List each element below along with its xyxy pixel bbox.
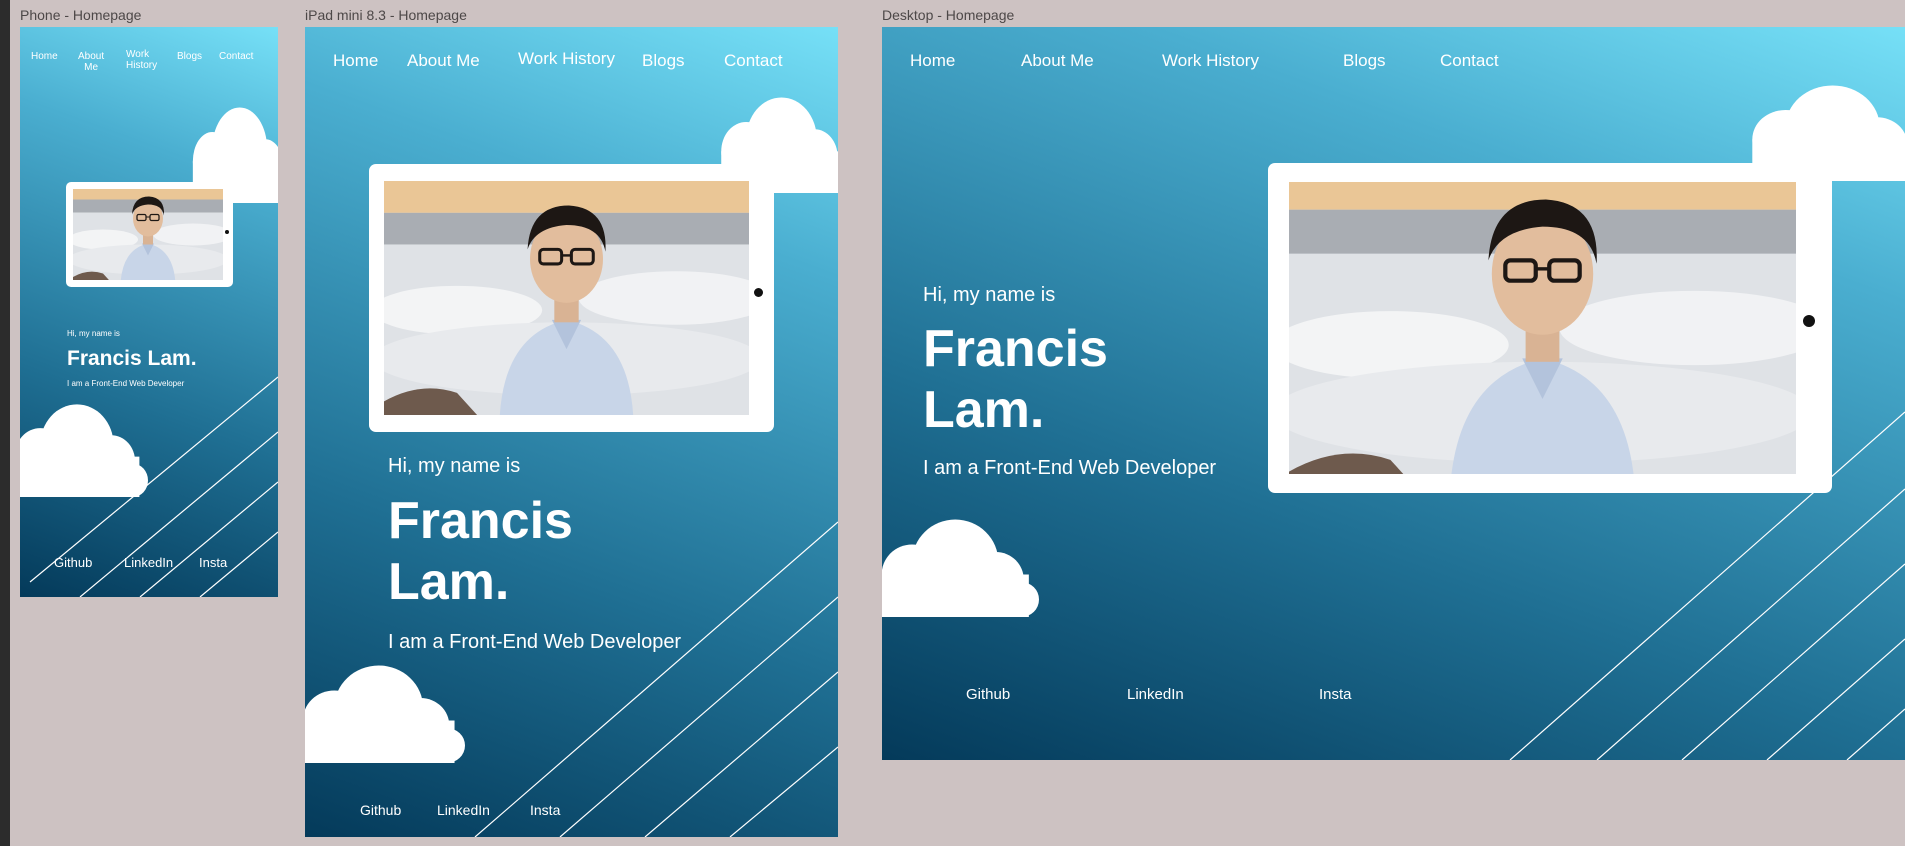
nav-about-me-line1: About <box>78 51 105 62</box>
footer-link-linkedin[interactable]: LinkedIn <box>1127 686 1184 703</box>
nav-home[interactable]: Home <box>333 51 378 71</box>
hero-name: Francis Lam. <box>923 319 1108 442</box>
portrait-image <box>1289 182 1796 474</box>
nav-work-history-line1: Work <box>126 49 150 60</box>
nav-home[interactable]: Home <box>31 51 58 62</box>
tablet-camera-dot <box>754 288 763 297</box>
footer-link-insta[interactable]: Insta <box>1319 686 1352 703</box>
nav-about-me-line2: Me <box>84 62 99 73</box>
phone-homepage-frame[interactable]: Home About Me Work History Blogs Contact… <box>20 27 278 597</box>
tagline-text: I am a Front-End Web Developer <box>923 457 1217 479</box>
hero-name-line2: Lam. <box>923 381 1045 440</box>
nav-contact[interactable]: Contact <box>219 51 253 62</box>
footer-link-github[interactable]: Github <box>966 686 1010 703</box>
hero-name-line1: Francis <box>923 320 1108 378</box>
hero-name: Francis Lam. <box>67 347 197 370</box>
tagline-text: I am a Front-End Web Developer <box>67 379 185 388</box>
nav-blogs[interactable]: Blogs <box>177 51 202 62</box>
hero-name-line1: Francis <box>388 492 573 550</box>
nav-blogs[interactable]: Blogs <box>642 51 685 71</box>
desktop-homepage-frame[interactable]: Home About Me Work History Blogs Contact… <box>882 27 1905 760</box>
frame-label-phone[interactable]: Phone - Homepage <box>20 7 141 23</box>
frame-label-ipad[interactable]: iPad mini 8.3 - Homepage <box>305 7 467 23</box>
footer-link-github[interactable]: Github <box>54 555 92 570</box>
nav-about-me[interactable]: About Me <box>407 51 480 71</box>
footer-link-insta[interactable]: Insta <box>530 802 560 818</box>
design-canvas: Phone - Homepage Home About Me Work Hist… <box>0 0 1905 846</box>
footer-link-linkedin[interactable]: LinkedIn <box>124 555 173 570</box>
nav-home[interactable]: Home <box>910 51 955 71</box>
greeting-text: Hi, my name is <box>67 329 120 338</box>
greeting-text: Hi, my name is <box>923 284 1056 306</box>
portrait-image <box>384 181 749 415</box>
nav-work-history[interactable]: Work History <box>1162 51 1259 71</box>
profile-photo <box>384 181 749 415</box>
footer-link-insta[interactable]: Insta <box>199 555 227 570</box>
nav-about-me[interactable]: About Me <box>78 51 104 73</box>
tablet-mockup <box>1268 163 1832 493</box>
tagline-text: I am a Front-End Web Developer <box>388 631 682 653</box>
cloud-bottom-left <box>20 402 148 497</box>
greeting-text: Hi, my name is <box>388 455 521 477</box>
footer-link-linkedin[interactable]: LinkedIn <box>437 802 490 818</box>
tablet-camera-dot <box>1803 315 1815 327</box>
nav-work-history[interactable]: Work History <box>518 49 615 69</box>
profile-photo <box>1289 182 1796 474</box>
nav-about-me[interactable]: About Me <box>1021 51 1094 71</box>
hero-name: Francis Lam. <box>388 491 573 614</box>
tablet-mockup <box>66 182 233 287</box>
nav-contact[interactable]: Contact <box>724 51 783 71</box>
frame-label-desktop[interactable]: Desktop - Homepage <box>882 7 1014 23</box>
cloud-bottom-left <box>305 663 465 763</box>
nav-contact[interactable]: Contact <box>1440 51 1499 71</box>
tablet-mockup <box>369 164 774 432</box>
portrait-image <box>73 189 223 280</box>
hero-name-line2: Lam. <box>388 553 510 612</box>
profile-photo <box>73 189 223 280</box>
cloud-bottom-left <box>882 517 1039 617</box>
left-toolbar-strip <box>0 0 10 846</box>
nav-work-history[interactable]: Work History <box>126 49 157 71</box>
nav-work-history-line2: History <box>126 60 158 71</box>
ipad-homepage-frame[interactable]: Home About Me Work History Blogs Contact… <box>305 27 838 837</box>
tablet-camera-dot <box>225 230 229 234</box>
nav-blogs[interactable]: Blogs <box>1343 51 1386 71</box>
footer-link-github[interactable]: Github <box>360 802 401 818</box>
